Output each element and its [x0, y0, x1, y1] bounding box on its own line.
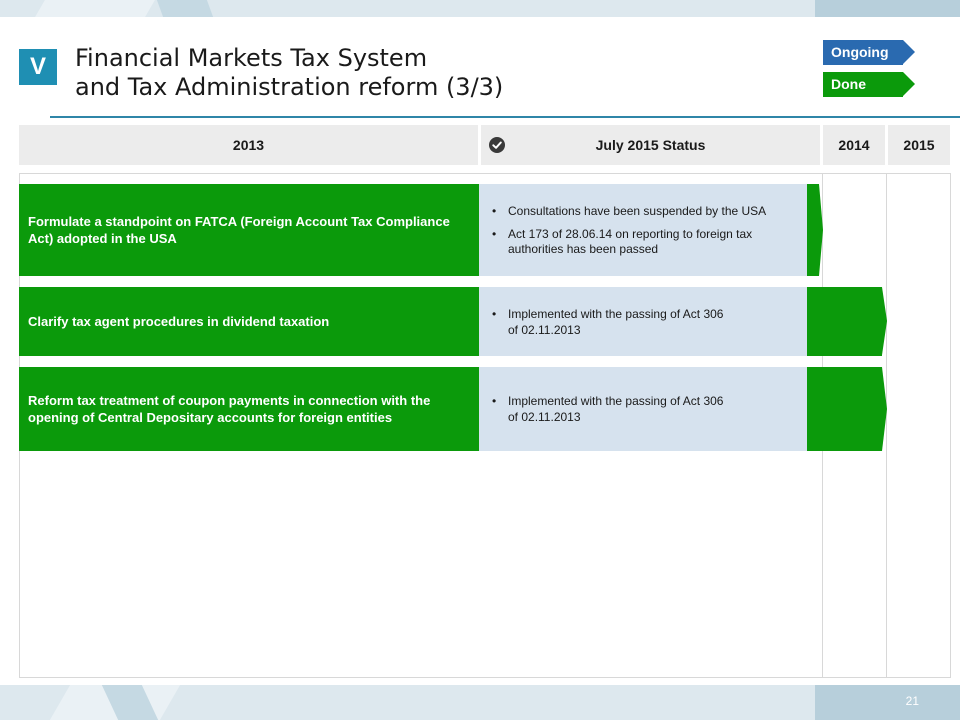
top-decorative-band	[0, 0, 960, 17]
column-header-status: July 2015 Status	[481, 125, 820, 165]
status-bullet: Consultations have been suspended by the…	[491, 204, 795, 220]
status-bullet: Implemented with the passing of Act 306 …	[491, 394, 732, 425]
status-header-label: July 2015 Status	[595, 137, 706, 153]
column-header-2015: 2015	[888, 125, 950, 165]
task-row-label: Reform tax treatment of coupon payments …	[19, 367, 479, 451]
progress-arrow-done	[807, 367, 887, 451]
page-number: 21	[905, 694, 919, 708]
status-bullet: Implemented with the passing of Act 306 …	[491, 307, 732, 338]
progress-arrow-done	[807, 287, 887, 356]
task-row-status: Consultations have been suspended by the…	[479, 184, 807, 276]
progress-arrow-done	[807, 184, 823, 276]
status-bullet: Act 173 of 28.06.14 on reporting to fore…	[491, 227, 795, 258]
section-badge: V	[19, 49, 57, 85]
page-title: Financial Markets Tax System and Tax Adm…	[75, 44, 675, 102]
check-circle-icon	[489, 137, 505, 153]
legend-done: Done	[823, 72, 915, 97]
column-header-2013: 2013	[19, 125, 478, 165]
bottom-decorative-band	[0, 685, 960, 720]
title-line-1: Financial Markets Tax System	[75, 44, 428, 72]
task-row-label: Clarify tax agent procedures in dividend…	[19, 287, 479, 356]
task-row-status: Implemented with the passing of Act 306 …	[479, 287, 807, 356]
title-line-2: and Tax Administration reform (3/3)	[75, 73, 504, 101]
legend-ongoing: Ongoing	[823, 40, 915, 65]
task-row-status: Implemented with the passing of Act 306 …	[479, 367, 807, 451]
task-row-label: Formulate a standpoint on FATCA (Foreign…	[19, 184, 479, 276]
column-header-2014: 2014	[823, 125, 885, 165]
title-divider	[50, 116, 960, 118]
